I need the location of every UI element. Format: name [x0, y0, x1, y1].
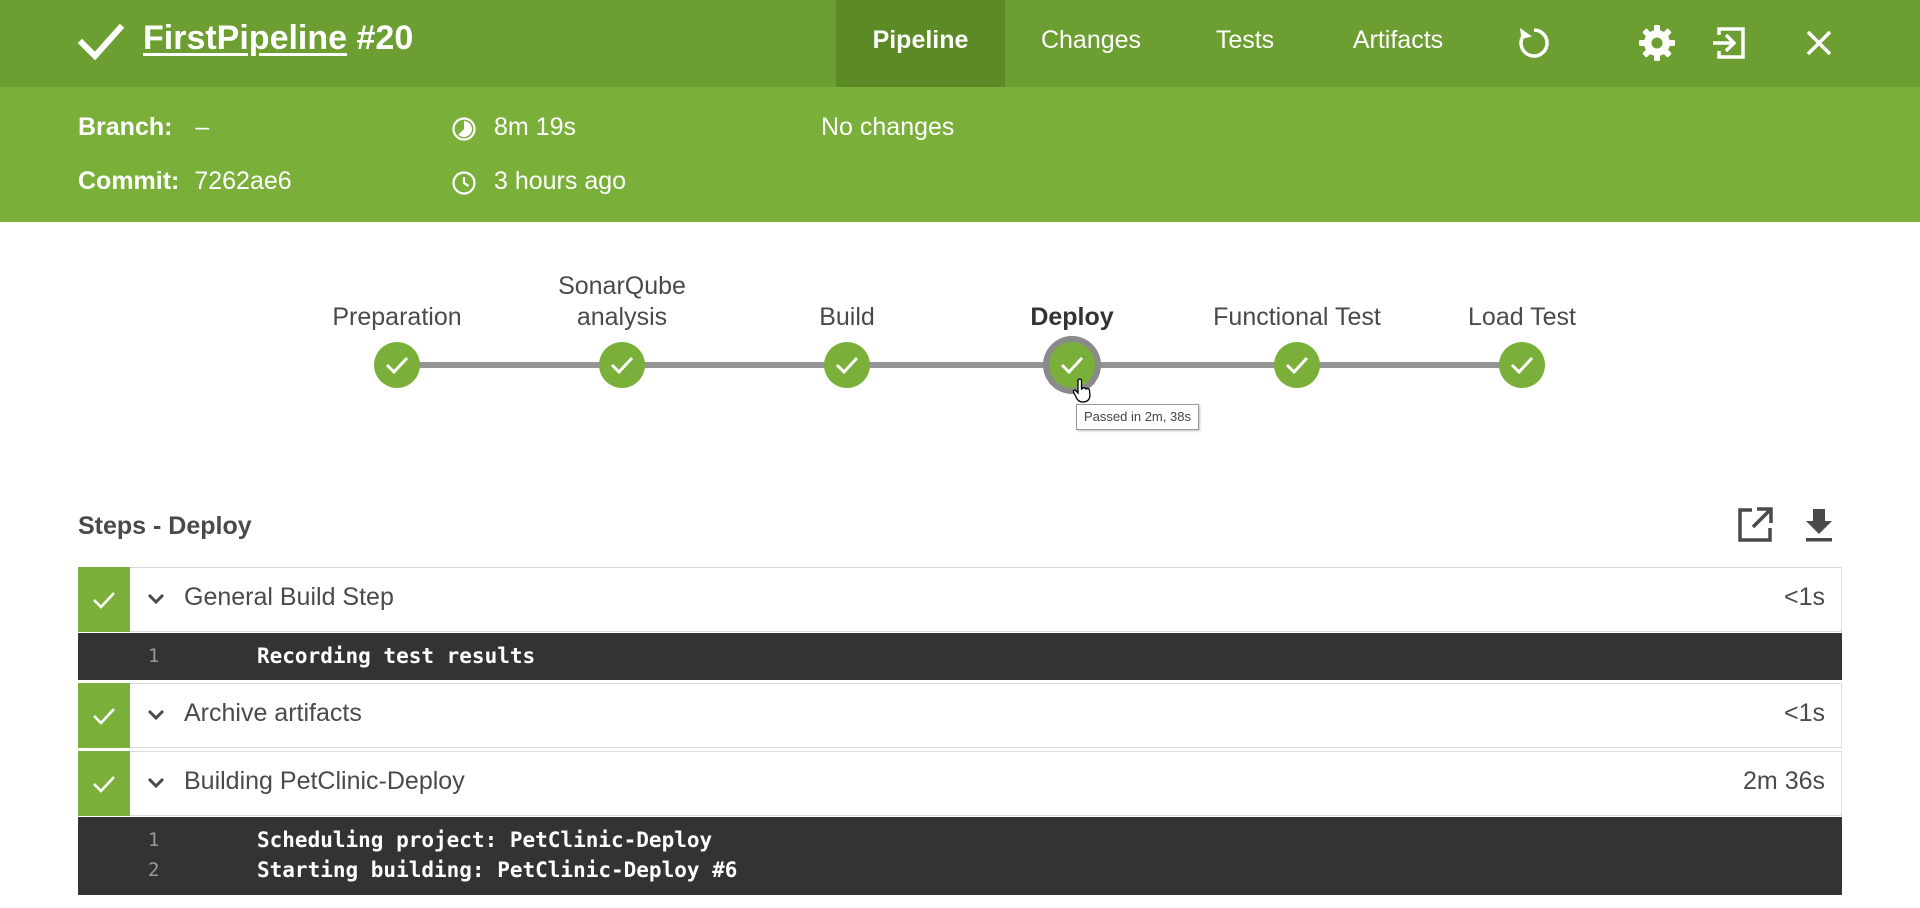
step-status-success: [78, 751, 130, 816]
exit-icon[interactable]: [1709, 23, 1749, 63]
log-line: 1 Recording test results: [78, 641, 1842, 671]
step-duration: <1s: [1783, 583, 1825, 611]
step-name: General Build Step: [184, 583, 394, 611]
stage-label-functional-test: Functional Test: [1213, 303, 1381, 331]
check-icon: [1060, 356, 1084, 375]
stage-label-build: Build: [819, 303, 875, 331]
tab-pipeline[interactable]: Pipeline: [836, 0, 1005, 87]
tab-tests[interactable]: Tests: [1200, 0, 1290, 87]
clock-icon: [452, 171, 476, 195]
run-number: #20: [356, 19, 414, 57]
stage-node-build[interactable]: [824, 342, 870, 388]
branch-value: –: [195, 113, 210, 141]
step-duration: <1s: [1783, 699, 1825, 727]
branch-label: Branch:: [78, 113, 173, 141]
log-line: 1 Scheduling project: PetClinic-Deploy: [78, 825, 1842, 855]
stage-label-deploy: Deploy: [1030, 303, 1114, 331]
gear-icon[interactable]: [1637, 23, 1677, 63]
stage-label-load-test: Load Test: [1468, 303, 1576, 331]
pipeline-name-link[interactable]: FirstPipeline: [143, 19, 347, 57]
log-line-text: Recording test results: [257, 644, 536, 668]
top-bar: FirstPipeline #20 Pipeline Changes Tests…: [0, 0, 1920, 87]
duration-icon: [452, 117, 476, 141]
run-title: FirstPipeline #20: [143, 19, 413, 58]
branch-info: Branch: –: [78, 113, 209, 142]
check-icon: [610, 356, 634, 375]
stage-tooltip: Passed in 2m, 38s: [1076, 404, 1199, 430]
stage-node-preparation[interactable]: [374, 342, 420, 388]
close-icon[interactable]: [1799, 23, 1839, 63]
run-started: 3 hours ago: [494, 167, 627, 195]
check-icon: [93, 708, 115, 725]
hand-cursor-icon: [1072, 378, 1091, 403]
download-icon[interactable]: [1799, 505, 1839, 545]
tab-changes[interactable]: Changes: [1026, 0, 1156, 87]
check-icon: [93, 592, 115, 609]
log-line-number: 1: [148, 829, 160, 851]
step-row[interactable]: Archive artifacts <1s: [78, 683, 1842, 748]
pipeline-graph: Preparation SonarQube analysis Build Depl…: [0, 222, 1920, 472]
stage-node-functional-test[interactable]: [1274, 342, 1320, 388]
chevron-down-icon[interactable]: [147, 776, 165, 790]
run-duration: 8m 19s: [494, 113, 576, 141]
step-log: 1 Scheduling project: PetClinic-Deploy 2…: [78, 817, 1842, 895]
step-status-success: [78, 567, 130, 632]
stage-node-load-test[interactable]: [1499, 342, 1545, 388]
commit-value: 7262ae6: [194, 167, 292, 195]
step-name: Building PetClinic-Deploy: [184, 767, 465, 795]
steps-title: Steps - Deploy: [78, 512, 252, 540]
log-line-number: 1: [148, 645, 160, 667]
step-row[interactable]: General Build Step <1s: [78, 567, 1842, 632]
stage-node-sonarqube[interactable]: [599, 342, 645, 388]
success-check-icon: [78, 23, 124, 61]
chevron-down-icon[interactable]: [147, 708, 165, 722]
step-row[interactable]: Building PetClinic-Deploy 2m 36s: [78, 751, 1842, 816]
stage-label-preparation: Preparation: [332, 303, 462, 331]
tab-artifacts[interactable]: Artifacts: [1336, 0, 1460, 87]
check-icon: [1510, 356, 1534, 375]
stage-label-sonarqube: SonarQube analysis: [558, 272, 686, 331]
commit-label: Commit:: [78, 167, 180, 195]
step-name: Archive artifacts: [184, 699, 362, 727]
log-line: 2 Starting building: PetClinic-Deploy #6: [78, 855, 1842, 885]
log-line-number: 2: [148, 859, 160, 881]
check-icon: [835, 356, 859, 375]
chevron-down-icon[interactable]: [147, 592, 165, 606]
commit-info: Commit: 7262ae6: [78, 167, 292, 196]
step-status-success: [78, 683, 130, 748]
replay-icon[interactable]: [1514, 23, 1554, 63]
step-log: 1 Recording test results: [78, 633, 1842, 680]
log-line-text: Starting building: PetClinic-Deploy #6: [257, 858, 738, 882]
pipeline-track: [397, 362, 1523, 368]
check-icon: [1285, 356, 1309, 375]
check-icon: [93, 776, 115, 793]
step-duration: 2m 36s: [1743, 767, 1825, 795]
run-info-bar: Branch: – Commit: 7262ae6 8m 19s 3 hours…: [0, 87, 1920, 222]
changes-summary: No changes: [821, 113, 955, 141]
check-icon: [385, 356, 409, 375]
open-external-icon[interactable]: [1735, 505, 1775, 545]
log-line-text: Scheduling project: PetClinic-Deploy: [257, 828, 713, 852]
